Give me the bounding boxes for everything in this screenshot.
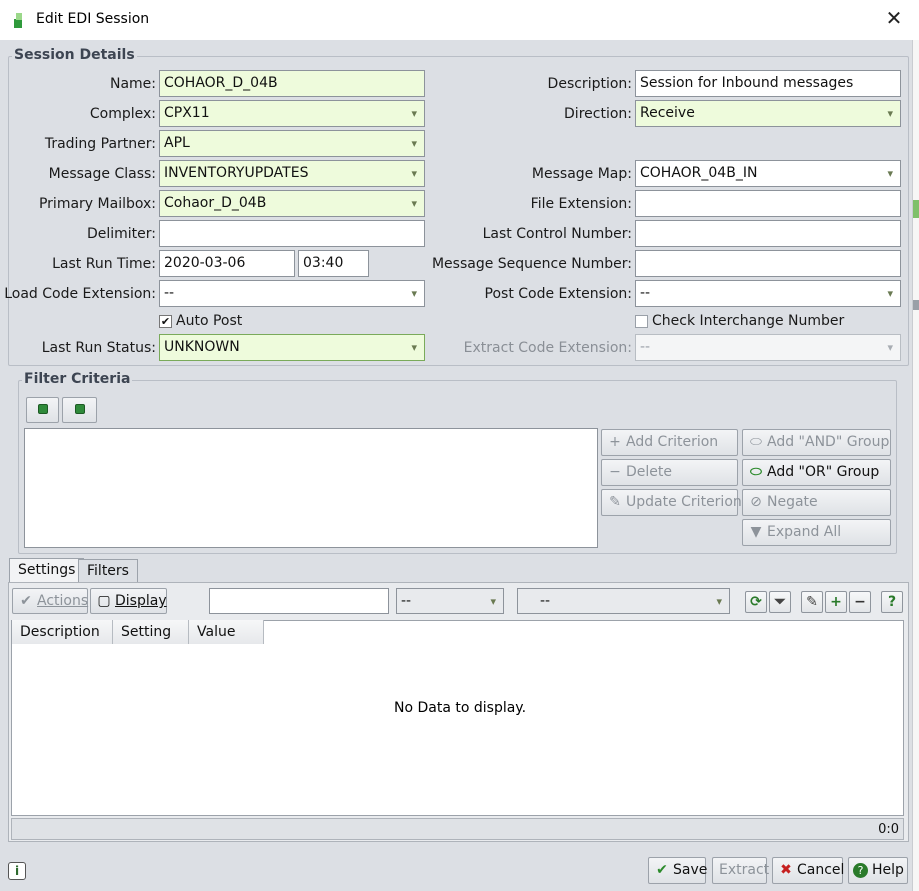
settings-grid[interactable] [11, 620, 904, 816]
grid-footer [11, 818, 904, 840]
background-window-mark [913, 200, 919, 218]
file-extension-input[interactable] [635, 190, 901, 217]
check-interchange-number-checkbox[interactable] [635, 315, 648, 328]
filter-criteria-legend: Filter Criteria [22, 371, 133, 387]
check-icon: ✔ [20, 593, 32, 609]
message-class-select[interactable]: INVENTORYUPDATES [159, 160, 425, 187]
edit-icon[interactable]: ✎ [801, 591, 823, 613]
delimiter-label: Delimiter: [86, 226, 156, 242]
message-sequence-number-label: Message Sequence Number: [431, 256, 632, 272]
row-count: 0:0 [878, 822, 899, 837]
help-button[interactable]: ? Help [848, 857, 908, 884]
column-header-setting[interactable]: Setting [113, 620, 189, 644]
close-icon[interactable]: ✕ [884, 8, 904, 30]
update-criterion-button[interactable]: ✎ Update Criterion [601, 489, 742, 516]
cancel-button[interactable]: ✖ Cancel [772, 857, 844, 884]
last-control-number-input[interactable] [635, 220, 901, 247]
expand-icon [74, 404, 85, 414]
delete-criterion-button[interactable]: − Delete [601, 459, 738, 486]
column-header-description[interactable]: Description [12, 620, 113, 644]
background-window-edge [912, 40, 919, 891]
check-interchange-number-label: Check Interchange Number [652, 313, 845, 329]
complex-label: Complex: [89, 106, 156, 122]
filter-criteria-tree[interactable] [24, 428, 598, 548]
message-sequence-number-input[interactable] [635, 250, 901, 277]
add-icon[interactable]: + [825, 591, 847, 613]
last-run-status-select[interactable]: UNKNOWN [159, 334, 425, 361]
save-button[interactable]: ✔ Save [648, 857, 707, 884]
info-icon[interactable]: i [8, 862, 26, 880]
load-code-extension-select[interactable]: -- [159, 280, 425, 307]
column-header-value[interactable]: Value [189, 620, 264, 644]
settings-filter-select-2[interactable]: -- [517, 588, 730, 614]
empty-grid-message: No Data to display. [394, 700, 527, 716]
message-map-label: Message Map: [531, 166, 632, 182]
collapse-icon [37, 404, 48, 414]
post-code-extension-select[interactable]: -- [635, 280, 901, 307]
direction-label: Direction: [564, 106, 632, 122]
background-window-mark [913, 300, 919, 310]
app-icon [14, 13, 22, 28]
name-input[interactable]: COHAOR_D_04B [159, 70, 425, 97]
last-control-number-label: Last Control Number: [482, 226, 632, 242]
cancel-x-icon: ✖ [780, 862, 792, 878]
negate-icon: ⊘ [750, 494, 762, 510]
complex-select[interactable]: CPX11 [159, 100, 425, 127]
help-question-icon[interactable]: ? [881, 591, 903, 613]
primary-mailbox-select[interactable]: Cohaor_D_04B [159, 190, 425, 217]
trading-partner-label: Trading Partner: [44, 136, 156, 152]
extract-code-extension-label: Extract Code Extension: [463, 340, 632, 356]
load-code-extension-label: Load Code Extension: [4, 286, 156, 302]
pencil-icon: ✎ [609, 494, 621, 510]
extract-code-extension-select: -- [635, 334, 901, 361]
add-criterion-button[interactable]: + Add Criterion [601, 429, 738, 456]
actions-button[interactable]: ✔ Actions [12, 588, 88, 614]
expand-all-button[interactable]: ▼ Expand All [742, 519, 891, 546]
funnel-icon[interactable]: ⏷ [769, 591, 791, 613]
tab-settings[interactable]: Settings [9, 558, 85, 584]
name-label: Name: [109, 76, 156, 92]
last-run-time-input[interactable]: 03:40 [298, 250, 369, 277]
last-run-status-label: Last Run Status: [41, 340, 156, 356]
trading-partner-select[interactable]: APL [159, 130, 425, 157]
auto-post-label: Auto Post [176, 313, 243, 329]
settings-search-input[interactable] [209, 588, 389, 614]
session-details-legend: Session Details [12, 47, 137, 63]
plus-icon: + [609, 434, 621, 450]
extract-button[interactable]: Extract [712, 857, 769, 884]
direction-select[interactable]: Receive [635, 100, 901, 127]
display-icon: ▢ [97, 593, 111, 609]
collapse-tree-button[interactable] [26, 397, 59, 423]
auto-post-checkbox[interactable]: ✔ [159, 315, 172, 328]
expand-tree-button[interactable] [62, 397, 97, 423]
primary-mailbox-label: Primary Mailbox: [38, 196, 156, 212]
settings-filter-select-1[interactable]: -- [396, 588, 504, 614]
delimiter-input[interactable] [159, 220, 425, 247]
post-code-extension-label: Post Code Extension: [484, 286, 632, 302]
message-map-select[interactable]: COHAOR_04B_IN [635, 160, 901, 187]
add-and-group-button[interactable]: ⬭ Add "AND" Group [742, 429, 891, 456]
description-input[interactable]: Session for Inbound messages [635, 70, 901, 97]
tab-filters[interactable]: Filters [78, 559, 138, 584]
add-or-group-button[interactable]: ⬭ Add "OR" Group [742, 459, 891, 486]
display-button[interactable]: ▢ Display [90, 588, 167, 614]
description-label: Description: [547, 76, 632, 92]
help-icon: ? [853, 863, 868, 878]
remove-icon[interactable]: − [849, 591, 871, 613]
file-extension-label: File Extension: [530, 196, 632, 212]
message-class-label: Message Class: [48, 166, 156, 182]
or-group-icon: ⬭ [750, 464, 762, 480]
refresh-icon[interactable]: ⟳ [745, 591, 767, 613]
last-run-date-input[interactable]: 2020-03-06 [159, 250, 295, 277]
checkmark-icon: ✔ [656, 862, 668, 878]
and-group-icon: ⬭ [750, 434, 762, 450]
triangle-down-icon: ▼ [750, 524, 762, 540]
last-run-time-label: Last Run Time: [52, 256, 156, 272]
window-title: Edit EDI Session [36, 11, 150, 27]
minus-icon: − [609, 464, 621, 480]
negate-button[interactable]: ⊘ Negate [742, 489, 891, 516]
